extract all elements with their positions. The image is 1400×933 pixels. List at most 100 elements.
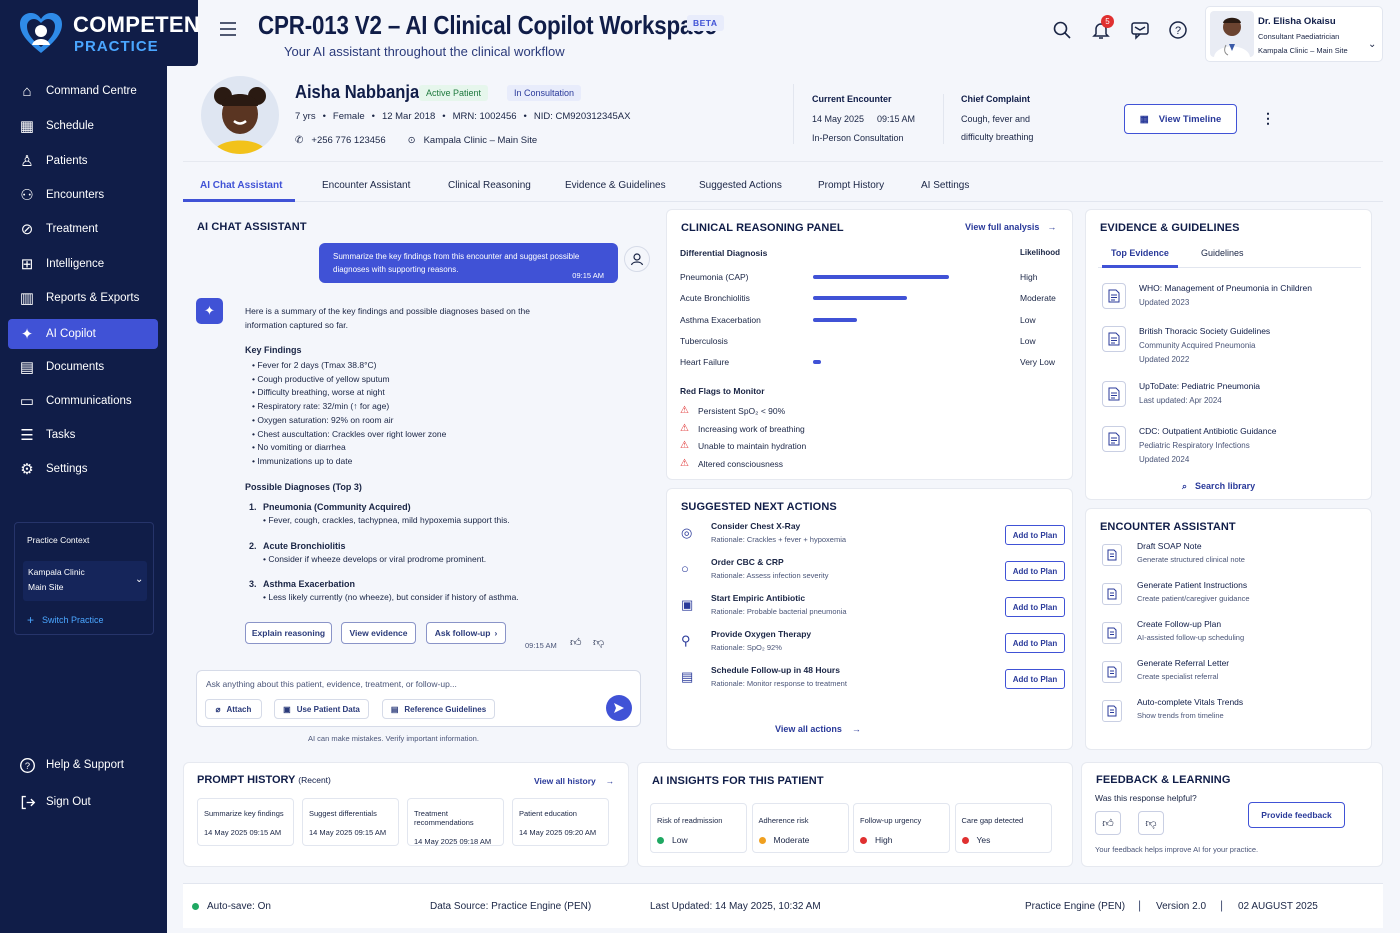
chat-input-box[interactable]: Ask anything about this patient, evidenc… — [196, 670, 641, 727]
nav-settings[interactable]: ⚙ Settings — [8, 454, 158, 484]
action-item: ○ Order CBC & CRP Rationale: Assess infect… — [679, 557, 1065, 591]
add-to-plan-button[interactable]: Add to Plan — [1005, 561, 1065, 581]
messages-icon[interactable] — [1130, 20, 1152, 42]
feedback-question: Was this response helpful? — [1095, 793, 1197, 803]
red-flags-title: Red Flags to Monitor — [680, 386, 765, 396]
action-item: ⚲ Provide Oxygen Therapy Rationale: SpO₂ 9… — [679, 629, 1065, 663]
add-to-plan-button[interactable]: Add to Plan — [1005, 633, 1065, 653]
encounter-action[interactable]: Draft SOAP Note Generate structured clini… — [1098, 541, 1360, 573]
tab-evidence-guidelines[interactable]: Evidence & Guidelines — [565, 180, 666, 191]
insight-value: Low — [657, 835, 740, 845]
view-all-history-link[interactable]: View all history → — [534, 776, 614, 786]
nav-tasks[interactable]: ☰ Tasks — [8, 420, 158, 450]
likelihood-bar — [813, 360, 821, 365]
brand-logo[interactable]: COMPETEN PRACTICE — [0, 0, 201, 66]
encounter-action[interactable]: Auto-complete Vitals Trends Show trends f… — [1098, 697, 1360, 729]
tab-top-evidence[interactable]: Top Evidence — [1111, 248, 1169, 258]
action-rationale: Rationale: Assess infection severity — [711, 571, 829, 580]
history-item[interactable]: Patient education 14 May 2025 09:20 AM — [512, 798, 609, 846]
evidence-subtitle: Updated 2023 — [1139, 298, 1190, 307]
encounter-action[interactable]: Create Follow-up Plan AI-assisted follow-… — [1098, 619, 1360, 651]
search-library-link[interactable]: ⌕ Search library — [1182, 481, 1255, 492]
tab-encounter-assistant[interactable]: Encounter Assistant — [322, 180, 410, 191]
view-timeline-button[interactable]: ▦ View Timeline — [1124, 104, 1237, 134]
differential-name: Asthma Exacerbation — [680, 314, 761, 325]
switch-practice-link[interactable]: + Switch Practice — [27, 613, 104, 627]
chief-complaint-line1: Cough, fever and — [961, 114, 1031, 124]
history-item[interactable]: Summarize key findings 14 May 2025 09:15 … — [197, 798, 294, 846]
diagnosis-heading: 3. Asthma Exacerbation — [249, 578, 609, 591]
explain-reasoning-button[interactable]: Explain reasoning — [245, 622, 332, 644]
help-circle-icon[interactable]: ? — [1168, 20, 1190, 42]
more-options-icon[interactable]: ⋮ — [1261, 110, 1275, 127]
tab-ai-chat-assistant[interactable]: AI Chat Assistant — [200, 180, 282, 191]
view-evidence-button[interactable]: View evidence — [341, 622, 416, 644]
tab-guidelines[interactable]: Guidelines — [1201, 248, 1244, 258]
status-dot-icon — [860, 836, 867, 844]
provide-feedback-button[interactable]: Provide feedback — [1248, 802, 1345, 828]
history-item[interactable]: Treatment recommendations 14 May 2025 09:… — [407, 798, 504, 846]
view-full-analysis-link[interactable]: View full analysis → — [965, 222, 1056, 232]
ask-follow-up-button[interactable]: Ask follow-up › — [426, 622, 506, 644]
evidence-title-line[interactable]: UpToDate: Pediatric Pneumonia — [1139, 381, 1260, 391]
chat-input-placeholder[interactable]: Ask anything about this patient, evidenc… — [206, 679, 457, 689]
nav-treatment[interactable]: ⊘ Treatment — [8, 214, 158, 244]
thumbs-down-icon[interactable]: 👎︎ — [593, 636, 604, 649]
thumbs-down-icon[interactable]: 👎︎ — [1138, 811, 1164, 835]
evidence-title-line[interactable]: British Thoracic Society Guidelines — [1139, 326, 1270, 336]
nav-reports-exports[interactable]: ▥ Reports & Exports — [8, 283, 158, 313]
nav-schedule[interactable]: ▦ Schedule — [8, 111, 158, 141]
diagnosis-item: 2. Acute Bronchiolitis • Consider if wheez… — [249, 540, 609, 567]
tab-suggested-actions[interactable]: Suggested Actions — [699, 180, 782, 191]
nav-patients[interactable]: ♙ Patients — [8, 146, 158, 176]
add-to-plan-button[interactable]: Add to Plan — [1005, 525, 1065, 545]
chief-complaint-line2: difficulty breathing — [961, 132, 1034, 142]
evidence-title-line[interactable]: CDC: Outpatient Antibiotic Guidance — [1139, 426, 1277, 436]
tab-prompt-history[interactable]: Prompt History — [818, 180, 884, 191]
add-to-plan-button[interactable]: Add to Plan — [1005, 669, 1065, 689]
thumbs-up-icon[interactable]: 👍︎ — [570, 636, 582, 649]
nav-documents[interactable]: ▤ Documents — [8, 352, 158, 382]
use-patient-data-button[interactable]: ▣ Use Patient Data — [274, 699, 369, 719]
tab-clinical-reasoning[interactable]: Clinical Reasoning — [448, 180, 531, 191]
diagnosis-note: • Fever, cough, crackles, tachypnea, mil… — [249, 514, 609, 528]
brand-line1: COMPETEN — [73, 12, 201, 37]
nav-label: Tasks — [46, 429, 76, 441]
autosave-label: Auto-save: On — [207, 901, 271, 912]
practice-select[interactable]: Kampala Clinic Main Site ⌄ — [23, 561, 147, 601]
likelihood-level: Low — [1020, 314, 1036, 325]
nav-ai-copilot[interactable]: ✦ AI Copilot — [8, 319, 158, 349]
nav-intelligence[interactable]: ⊞ Intelligence — [8, 249, 158, 279]
differential-label: Differential Diagnosis — [680, 248, 768, 258]
home-icon: ⌂ — [22, 82, 32, 100]
attach-button[interactable]: ⌀ Attach — [205, 699, 262, 719]
ai-sparkle-icon: ✦ — [196, 298, 223, 324]
evidence-title-line[interactable]: WHO: Management of Pneumonia in Children — [1139, 283, 1312, 293]
encounter-action[interactable]: Generate Patient Instructions Create pati… — [1098, 580, 1360, 612]
tab-ai-settings[interactable]: AI Settings — [921, 180, 969, 191]
separator: | — [1220, 898, 1224, 912]
thumbs-up-icon[interactable]: 👍︎ — [1095, 811, 1121, 835]
add-to-plan-button[interactable]: Add to Plan — [1005, 597, 1065, 617]
nav-command-centre[interactable]: ⌂ Command Centre — [8, 76, 158, 106]
status-dot-icon — [192, 903, 199, 910]
consultation-badge: In Consultation — [507, 85, 582, 101]
insight-label: Risk of readmission — [657, 816, 723, 825]
nav-help[interactable]: ? Help & Support — [8, 750, 158, 780]
insight-value-text: Yes — [976, 835, 991, 845]
send-button[interactable] — [606, 695, 632, 721]
nav-signout[interactable]: Sign Out — [8, 787, 158, 817]
use-patient-data-label: Use Patient Data — [296, 704, 360, 714]
paperclip-icon: ⌀ — [215, 704, 221, 714]
reference-guidelines-button[interactable]: ▤ Reference Guidelines — [382, 699, 495, 719]
nav-encounters[interactable]: ⚇ Encounters — [8, 180, 158, 210]
history-item[interactable]: Suggest differentials 14 May 2025 09:15 A… — [302, 798, 399, 846]
user-profile-card[interactable]: Dr. Elisha Okaisu Consultant Paediatrici… — [1205, 6, 1383, 62]
nav-communications[interactable]: ▭ Communications — [8, 386, 158, 416]
menu-icon[interactable] — [220, 22, 236, 36]
encounter-action-desc: Generate structured clinical note — [1137, 555, 1245, 564]
encounter-action[interactable]: Generate Referral Letter Create specialis… — [1098, 658, 1360, 690]
search-icon[interactable] — [1052, 20, 1074, 42]
view-all-actions-link[interactable]: View all actions → — [775, 724, 861, 734]
finding-text: Fever for 2 days (Tmax 38.8°C) — [257, 360, 377, 370]
